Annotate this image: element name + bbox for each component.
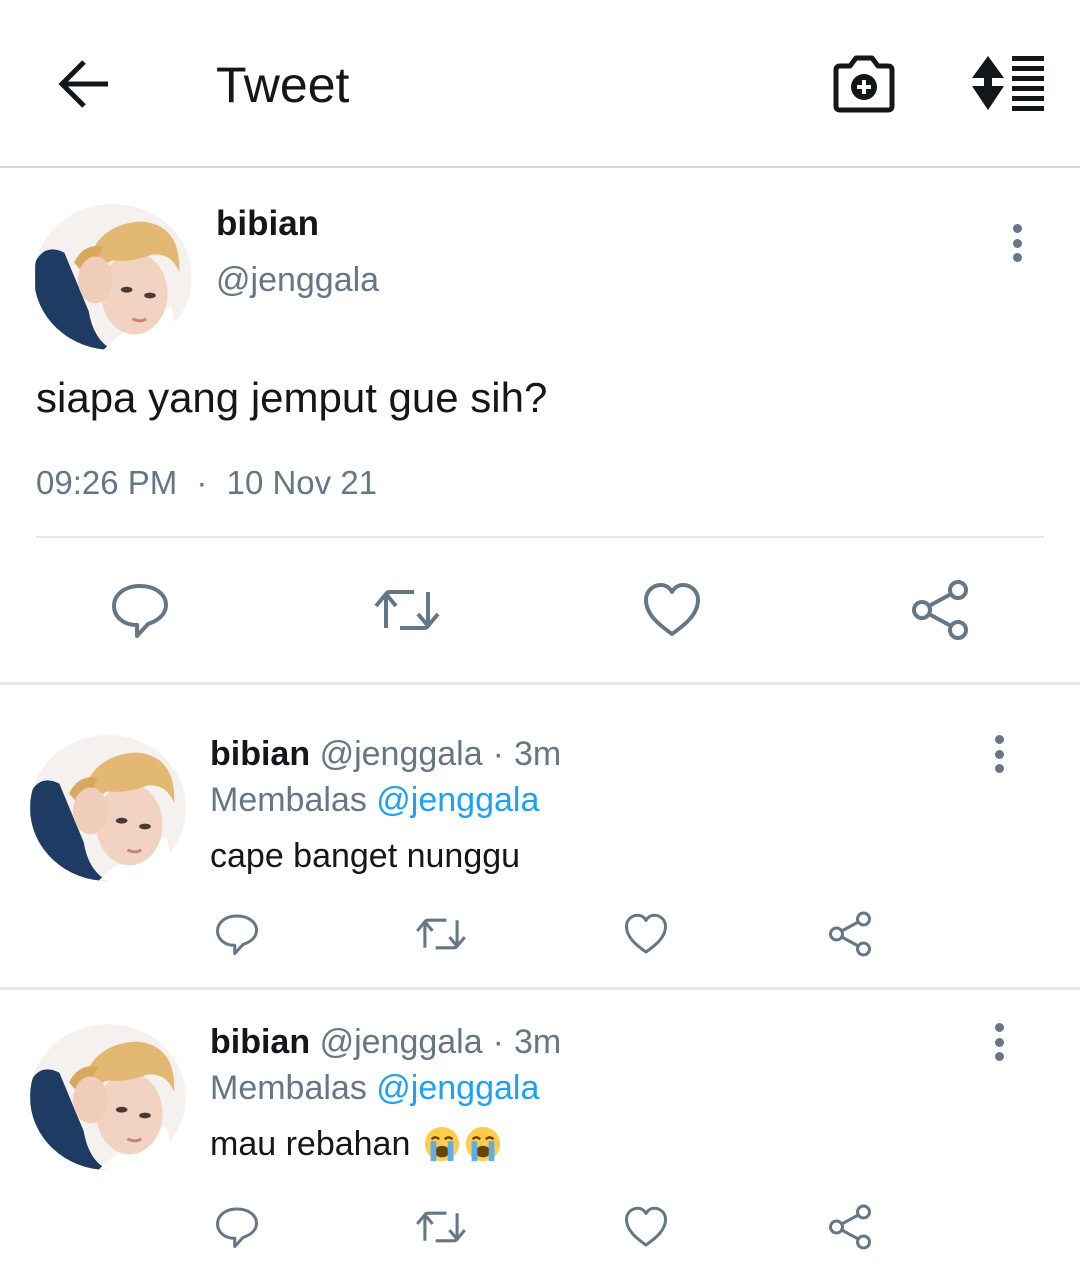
- tweet-age: 3m: [513, 1023, 562, 1061]
- page-title: Tweet: [216, 57, 350, 113]
- loudly-crying-face-icon: [423, 1125, 461, 1163]
- like-button[interactable]: [622, 1204, 670, 1250]
- avatar[interactable]: [34, 204, 192, 350]
- mention-link[interactable]: @jenggala: [376, 1069, 539, 1107]
- like-icon: [622, 911, 670, 957]
- arrow-left-icon: [58, 60, 108, 108]
- main-tweet: bibian @jenggala siapa yang jemput gue s…: [0, 170, 1080, 682]
- top-app-bar: Tweet: [0, 0, 1080, 168]
- reply-icon: [213, 911, 261, 957]
- avatar[interactable]: [30, 1024, 186, 1170]
- share-icon: [908, 580, 972, 640]
- reply-header: bibian @jenggala · 3m: [210, 1023, 561, 1062]
- more-options-button[interactable]: [987, 1023, 1011, 1061]
- sort-list-icon: [972, 56, 1044, 111]
- author-name[interactable]: bibian: [216, 204, 319, 244]
- replying-to-label: Membalas: [210, 781, 367, 819]
- more-options-button[interactable]: [987, 735, 1011, 773]
- camera-button[interactable]: [830, 52, 898, 116]
- more-vertical-icon: [994, 735, 1004, 744]
- retweet-button[interactable]: [372, 580, 442, 640]
- tweet-actions: [0, 580, 1080, 640]
- avatar[interactable]: [30, 735, 186, 881]
- more-options-button[interactable]: [1005, 224, 1029, 262]
- author-handle[interactable]: @jenggala: [320, 1023, 483, 1061]
- meta-separator: ·: [196, 464, 208, 501]
- tweet-time: 09:26 PM: [36, 464, 178, 501]
- replying-to: Membalas @jenggala: [210, 1069, 539, 1108]
- tweet-text: cape banget nunggu: [210, 837, 521, 875]
- tweet-text: siapa yang jemput gue sih?: [36, 374, 548, 421]
- tweet-text: mau rebahan: [210, 1125, 502, 1164]
- reply-icon: [108, 580, 172, 640]
- retweet-button[interactable]: [413, 911, 469, 957]
- avatar-image: [30, 1024, 186, 1170]
- meta-separator: ·: [492, 1023, 504, 1061]
- reply-button[interactable]: [108, 580, 172, 640]
- author-name[interactable]: bibian: [210, 1023, 310, 1061]
- like-button[interactable]: [622, 911, 670, 957]
- more-vertical-icon: [994, 1023, 1004, 1032]
- more-vertical-icon: [1012, 224, 1022, 233]
- like-icon: [622, 1204, 670, 1250]
- avatar-image: [34, 204, 192, 350]
- reply-button[interactable]: [213, 1204, 261, 1250]
- loudly-crying-face-icon: [464, 1125, 502, 1163]
- sort-button[interactable]: [968, 52, 1048, 114]
- reply-tweet[interactable]: bibian @jenggala · 3m Membalas @jenggala c…: [0, 685, 1080, 987]
- reply-icon: [213, 1204, 261, 1250]
- reply-tweet[interactable]: bibian @jenggala · 3m Membalas @jenggala m…: [0, 990, 1080, 1274]
- retweet-icon: [413, 911, 469, 957]
- retweet-icon: [372, 580, 442, 640]
- avatar-image: [30, 735, 186, 881]
- tweet-text-content: mau rebahan: [210, 1125, 411, 1163]
- author-handle[interactable]: @jenggala: [216, 261, 379, 300]
- share-button[interactable]: [908, 580, 972, 640]
- share-button[interactable]: [826, 1204, 874, 1250]
- like-button[interactable]: [640, 580, 704, 640]
- mention-link[interactable]: @jenggala: [376, 781, 539, 819]
- reply-button[interactable]: [213, 911, 261, 957]
- retweet-button[interactable]: [413, 1204, 469, 1250]
- tweet-date: 10 Nov 21: [226, 464, 378, 501]
- author-name[interactable]: bibian: [210, 735, 310, 773]
- camera-plus-icon: [833, 55, 895, 113]
- replying-to-label: Membalas: [210, 1069, 367, 1107]
- like-icon: [640, 580, 704, 640]
- reply-header: bibian @jenggala · 3m: [210, 735, 561, 774]
- author-handle[interactable]: @jenggala: [320, 735, 483, 773]
- share-icon: [826, 911, 874, 957]
- divider: [36, 536, 1044, 538]
- share-button[interactable]: [826, 911, 874, 957]
- tweet-timestamp: 09:26 PM · 10 Nov 21: [36, 464, 377, 502]
- share-icon: [826, 1204, 874, 1250]
- meta-separator: ·: [492, 735, 504, 773]
- retweet-icon: [413, 1204, 469, 1250]
- back-button[interactable]: [52, 52, 116, 116]
- tweet-age: 3m: [513, 735, 562, 773]
- replying-to: Membalas @jenggala: [210, 781, 539, 820]
